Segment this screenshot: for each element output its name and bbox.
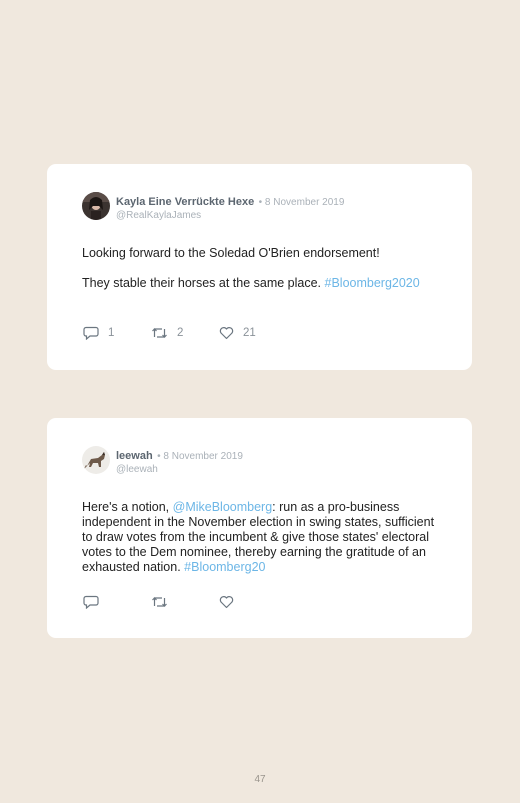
tweet-header: leewah • 8 November 2019 @leewah (82, 446, 437, 476)
tweet-text-segment: Here's a notion, (82, 500, 173, 514)
avatar[interactable] (82, 192, 110, 220)
tweet-text-segment: They stable their horses at the same pla… (82, 276, 325, 290)
reply-count: 1 (108, 327, 115, 339)
tweet-paragraph: Looking forward to the Soledad O'Brien e… (82, 246, 437, 261)
tweet-meta: leewah • 8 November 2019 @leewah (116, 446, 243, 476)
tweet-header: Kayla Eine Verrückte Hexe • 8 November 2… (82, 192, 437, 222)
tweet-text: Here's a notion, @MikeBloomberg: run as … (82, 500, 437, 575)
reply-button[interactable]: 1 (83, 326, 151, 340)
hashtag-link[interactable]: #Bloomberg2020 (325, 276, 420, 290)
tweet-paragraph: Here's a notion, @MikeBloomberg: run as … (82, 500, 437, 575)
like-icon (219, 596, 234, 609)
like-icon (219, 327, 234, 340)
tweet-meta: Kayla Eine Verrückte Hexe • 8 November 2… (116, 192, 344, 222)
tweet-date: • 8 November 2019 (258, 197, 345, 208)
retweet-button[interactable]: 2 (151, 326, 219, 340)
retweet-icon (152, 328, 167, 338)
tweet-text-segment: Looking forward to the Soledad O'Brien e… (82, 246, 380, 260)
like-count: 21 (243, 327, 256, 339)
mention-link[interactable]: @MikeBloomberg (173, 500, 273, 514)
tweet-card: leewah • 8 November 2019 @leewah Here's … (47, 418, 472, 638)
display-name[interactable]: leewah (116, 450, 153, 462)
tweet-text: Looking forward to the Soledad O'Brien e… (82, 246, 437, 291)
avatar[interactable] (82, 446, 110, 474)
reply-icon (83, 326, 99, 340)
user-handle[interactable]: @RealKaylaJames (116, 209, 344, 222)
reply-button[interactable] (83, 595, 151, 609)
tweet-actions (83, 595, 287, 609)
reply-icon (83, 595, 99, 609)
hashtag-link[interactable]: #Bloomberg20 (184, 560, 265, 574)
tweet-card: Kayla Eine Verrückte Hexe • 8 November 2… (47, 164, 472, 370)
like-button[interactable] (219, 595, 287, 609)
tweet-actions: 1 2 21 (83, 326, 287, 340)
retweet-icon (152, 597, 167, 607)
display-name[interactable]: Kayla Eine Verrückte Hexe (116, 196, 254, 208)
tweet-date: • 8 November 2019 (157, 451, 243, 462)
tweet-paragraph: They stable their horses at the same pla… (82, 276, 437, 291)
page-number: 47 (254, 774, 266, 785)
retweet-button[interactable] (151, 595, 219, 609)
like-button[interactable]: 21 (219, 326, 287, 340)
user-handle[interactable]: @leewah (116, 463, 243, 476)
retweet-count: 2 (177, 327, 184, 339)
